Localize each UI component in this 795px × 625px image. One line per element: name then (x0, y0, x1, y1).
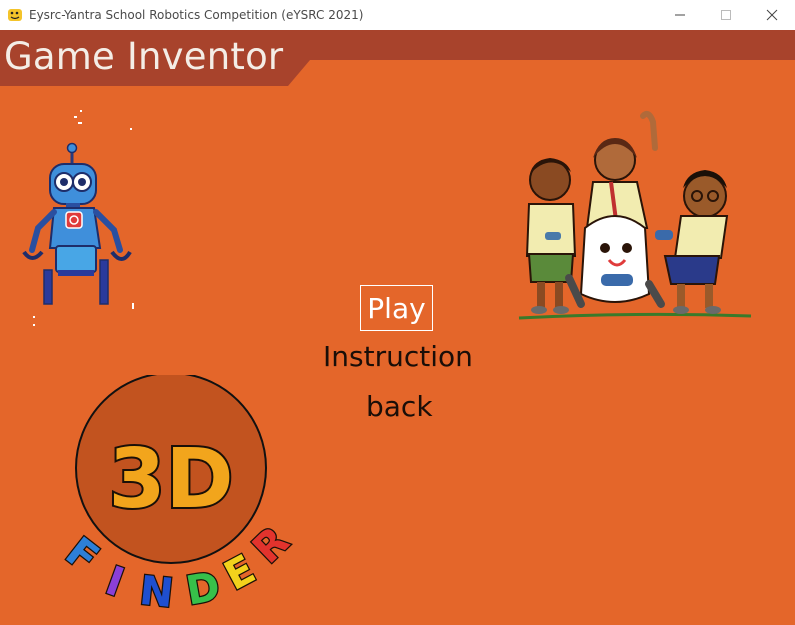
logo-letter-n: N (137, 568, 175, 615)
pygame-snake-icon (8, 9, 22, 21)
minimize-icon (675, 14, 685, 16)
logo-letter-d: D (183, 564, 224, 615)
title-bar[interactable]: Eysrc-Yantra School Robotics Competition… (0, 0, 795, 30)
game-title: Game Inventor (4, 35, 284, 78)
logo-main-text: 3D (108, 432, 233, 527)
logo-letter-f: F (60, 529, 107, 582)
window-controls (657, 0, 795, 30)
kids-gaming-illustration (518, 111, 752, 320)
game-window: Eysrc-Yantra School Robotics Competition… (0, 0, 795, 625)
logo-letter-r: R (244, 518, 298, 572)
back-button[interactable]: back (366, 390, 433, 423)
minimize-button[interactable] (657, 0, 703, 30)
window-title: Eysrc-Yantra School Robotics Competition… (29, 8, 364, 22)
maximize-button[interactable] (703, 0, 749, 30)
close-button[interactable] (749, 0, 795, 30)
logo-letter-e: E (217, 546, 263, 599)
close-icon (766, 9, 778, 21)
3d-finder-logo: 3D F I N D E R (60, 375, 299, 615)
logo-letter-i: I (100, 558, 130, 606)
play-button-label: Play (367, 291, 426, 325)
robot-illustration (22, 110, 134, 326)
maximize-icon (721, 10, 731, 20)
play-button[interactable]: Play (360, 285, 433, 331)
instruction-button[interactable]: Instruction (323, 340, 473, 373)
